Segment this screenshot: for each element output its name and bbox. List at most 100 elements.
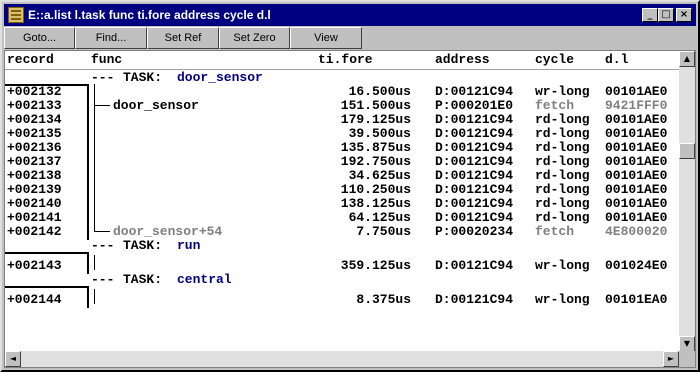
column-record[interactable]: record: [7, 52, 54, 67]
trace-row[interactable]: +002139 110.250us D:00121C94 rd-long 00101AE…: [5, 182, 679, 196]
window-app-icon[interactable]: [8, 7, 24, 23]
address-cell: D:00121C94: [435, 196, 514, 211]
trace-row[interactable]: +002143 359.125us D:00121C94 wr-long 001024E…: [5, 252, 679, 272]
address-cell: D:00121C94: [435, 210, 514, 225]
address-cell: D:00121C94: [435, 182, 514, 197]
cycle-cell: rd-long: [535, 140, 590, 155]
data-cell: 4E800020: [605, 224, 668, 239]
call-tree-line: [94, 289, 95, 304]
set-zero-button[interactable]: Set Zero: [219, 27, 290, 49]
title-bar[interactable]: E::a.list l.task func ti.fore address cy…: [4, 4, 696, 26]
cycle-cell: wr-long: [535, 84, 590, 99]
address-cell: D:00121C94: [435, 126, 514, 141]
window-title: E::a.list l.task func ti.fore address cy…: [28, 8, 271, 22]
horizontal-scrollbar[interactable]: ◄ ►: [5, 351, 679, 367]
time-cell: 135.875us: [340, 140, 411, 155]
task-name: run: [177, 238, 201, 253]
column-header: record func ti.fore address cycle d.l: [5, 51, 679, 70]
address-cell: D:00121C94: [435, 258, 514, 273]
trace-row[interactable]: +002136 135.875us D:00121C94 rd-long 00101AE…: [5, 140, 679, 154]
data-cell: 00101AE0: [605, 168, 668, 183]
trace-row[interactable]: +002138 34.625us D:00121C94 rd-long 00101AE0: [5, 168, 679, 182]
task-separator: ---: [91, 272, 115, 287]
size-grip[interactable]: [679, 351, 695, 367]
find-button[interactable]: Find...: [75, 27, 147, 49]
goto-button[interactable]: Goto...: [4, 27, 75, 49]
scroll-up-icon[interactable]: ▲: [679, 51, 695, 67]
trace-row[interactable]: +002137 192.750us D:00121C94 rd-long 00101AE…: [5, 154, 679, 168]
address-cell: D:00121C94: [435, 140, 514, 155]
time-cell: 179.125us: [340, 112, 411, 127]
time-cell: 7.750us: [356, 224, 411, 239]
cycle-cell: rd-long: [535, 168, 590, 183]
scroll-down-icon[interactable]: ▼: [679, 336, 695, 352]
cycle-cell: rd-long: [535, 154, 590, 169]
trace-row[interactable]: +002132 16.500us D:00121C94 wr-long 00101AE0: [5, 84, 679, 98]
column-cycle[interactable]: cycle: [535, 52, 574, 67]
address-cell: P:00020234: [435, 224, 514, 239]
trace-list[interactable]: record func ti.fore address cycle d.l --…: [4, 50, 696, 368]
cycle-cell: wr-long: [535, 292, 590, 307]
trace-rows: --- TASK: door_sensor +002132 16.500us D:0012…: [5, 70, 679, 352]
vertical-scrollbar[interactable]: ▲ ▼: [679, 51, 695, 352]
task-label: TASK:: [123, 272, 163, 287]
time-cell: 16.500us: [348, 84, 411, 99]
cycle-cell: fetch: [535, 98, 575, 113]
cycle-cell: rd-long: [535, 182, 590, 197]
data-cell: 00101AE0: [605, 154, 668, 169]
func-cell: door_sensor+54: [113, 224, 223, 239]
time-cell: 34.625us: [348, 168, 411, 183]
trace-row[interactable]: +002141 64.125us D:00121C94 rd-long 00101AE0: [5, 210, 679, 224]
column-tifore[interactable]: ti.fore: [318, 52, 373, 67]
time-cell: 138.125us: [340, 196, 411, 211]
toolbar: Goto... Find... Set Ref Set Zero View: [4, 27, 362, 49]
task-row[interactable]: --- TASK: door_sensor: [5, 70, 679, 84]
address-cell: D:00121C94: [435, 292, 514, 307]
column-dl[interactable]: d.l: [605, 52, 628, 67]
cycle-cell: rd-long: [535, 112, 590, 127]
time-cell: 192.750us: [340, 154, 411, 169]
set-ref-button[interactable]: Set Ref: [147, 27, 219, 49]
data-cell: 00101AE0: [605, 182, 668, 197]
minimize-button[interactable]: _: [642, 8, 658, 22]
view-button[interactable]: View: [290, 27, 362, 49]
column-func[interactable]: func: [91, 52, 122, 67]
cycle-cell: fetch: [535, 224, 575, 239]
data-cell: 00101AE0: [605, 126, 668, 141]
task-separator: ---: [91, 238, 115, 253]
time-cell: 359.125us: [340, 258, 411, 273]
time-cell: 39.500us: [348, 126, 411, 141]
cycle-cell: rd-long: [535, 126, 590, 141]
task-label: TASK:: [123, 70, 163, 85]
trace-row[interactable]: +002135 39.500us D:00121C94 rd-long 00101AE0: [5, 126, 679, 140]
data-cell: 001024E0: [605, 258, 668, 273]
maximize-button[interactable]: □: [658, 8, 674, 22]
cycle-cell: rd-long: [535, 210, 590, 225]
call-tree-branch: [94, 231, 110, 232]
column-address[interactable]: address: [435, 52, 490, 67]
record-column-border: [5, 84, 89, 240]
trace-list-window: E::a.list l.task func ti.fore address cy…: [0, 0, 700, 372]
trace-row[interactable]: +002134 179.125us D:00121C94 rd-long 00101AE…: [5, 112, 679, 126]
time-cell: 110.250us: [340, 182, 411, 197]
trace-row[interactable]: +002144 8.375us D:00121C94 wr-long 00101EA0: [5, 286, 679, 306]
task-row[interactable]: --- TASK: run: [5, 238, 679, 252]
task-separator: ---: [91, 70, 115, 85]
close-button[interactable]: ×: [676, 8, 692, 22]
data-cell: 00101AE0: [605, 210, 668, 225]
task-name: central: [177, 272, 232, 287]
scroll-right-icon[interactable]: ►: [663, 351, 679, 367]
scroll-left-icon[interactable]: ◄: [5, 351, 21, 367]
call-tree-line: [94, 255, 95, 270]
task-label: TASK:: [123, 238, 163, 253]
record-column-border: [5, 286, 89, 308]
cycle-cell: wr-long: [535, 258, 590, 273]
call-tree-branch: [94, 105, 110, 106]
trace-row[interactable]: +002140 138.125us D:00121C94 rd-long 00101AE…: [5, 196, 679, 210]
scroll-thumb[interactable]: [679, 143, 695, 159]
data-cell: 00101AE0: [605, 140, 668, 155]
address-cell: D:00121C94: [435, 112, 514, 127]
data-cell: 00101AE0: [605, 84, 668, 99]
address-cell: D:00121C94: [435, 168, 514, 183]
task-row[interactable]: --- TASK: central: [5, 272, 679, 286]
